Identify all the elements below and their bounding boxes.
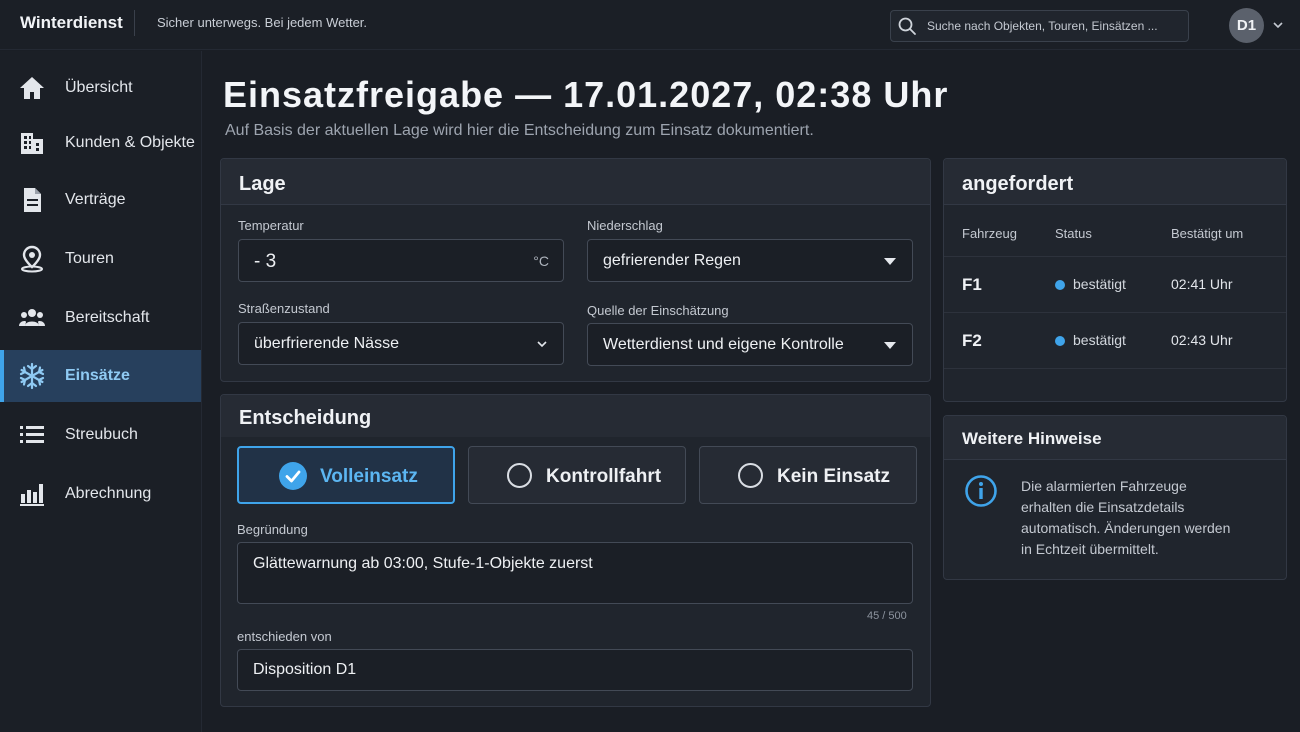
- table-row[interactable]: F2 bestätigt 02:43 Uhr: [944, 312, 1286, 368]
- brand-divider: [134, 10, 135, 36]
- app-brand[interactable]: Winterdienst: [20, 13, 123, 33]
- sidebar-item-label: Einsätze: [65, 367, 130, 384]
- decided-by-label: entschieden von: [237, 629, 332, 644]
- status-text: bestätigt: [1073, 276, 1126, 292]
- column-header-confirmed: Bestätigt um: [1171, 226, 1244, 241]
- option-kontrollfahrt[interactable]: Kontrollfahrt: [468, 446, 686, 504]
- road-condition-select[interactable]: überfrierende Nässe: [238, 322, 564, 365]
- option-volleinsatz[interactable]: Volleinsatz: [237, 446, 455, 504]
- source-select[interactable]: Wetterdienst und eigene Kontrolle: [587, 323, 913, 366]
- vehicle-id: F1: [962, 275, 982, 294]
- status-text: bestätigt: [1073, 332, 1126, 348]
- chevron-down-icon: [537, 341, 547, 348]
- sidebar-item-abrechnung[interactable]: Abrechnung: [0, 468, 201, 520]
- sidebar-item-label: Kunden & Objekte: [65, 134, 195, 151]
- reason-value: Glättewarnung ab 03:00, Stufe-1-Objekte …: [253, 555, 593, 572]
- hints-text: Die alarmierten Fahrzeuge erhalten die E…: [1021, 478, 1231, 557]
- sidebar-item-vertraege[interactable]: Verträge: [0, 174, 201, 226]
- chevron-down-icon[interactable]: [1271, 18, 1285, 32]
- sidebar-item-label: Touren: [65, 250, 114, 267]
- app-tagline: Sicher unterwegs. Bei jedem Wetter.: [157, 15, 368, 30]
- decision-card-header: Entscheidung: [221, 395, 930, 437]
- lage-card: Lage Temperatur - 3 °C Niederschlag gefr…: [220, 158, 931, 382]
- precipitation-label: Niederschlag: [587, 218, 663, 233]
- page-subtitle: Auf Basis der aktuellen Lage wird hier d…: [225, 122, 814, 139]
- bar-chart-icon: [18, 480, 46, 508]
- sidebar-item-streubuch[interactable]: Streubuch: [0, 409, 201, 461]
- list-icon: [18, 421, 46, 449]
- sidebar-item-uebersicht[interactable]: Übersicht: [0, 62, 201, 114]
- column-header-vehicle: Fahrzeug: [962, 226, 1017, 241]
- temperature-label: Temperatur: [238, 218, 304, 233]
- temperature-unit: °C: [533, 253, 549, 269]
- radio-empty-icon: [507, 463, 532, 488]
- search-box[interactable]: [890, 10, 1189, 42]
- option-label: Kein Einsatz: [777, 466, 890, 487]
- source-value: Wetterdienst und eigene Kontrolle: [603, 336, 844, 353]
- sidebar: Übersicht Kunden & Objekte Verträge Tour…: [0, 51, 202, 732]
- hints-card: Weitere Hinweise Die alarmierten Fahrzeu…: [943, 415, 1287, 580]
- caret-down-icon: [884, 258, 896, 265]
- sidebar-item-label: Verträge: [65, 191, 126, 208]
- radio-empty-icon: [738, 463, 763, 488]
- page-title: Einsatzfreigabe — 17.01.2027, 02:38 Uhr: [223, 74, 949, 115]
- road-condition-value: überfrierende Nässe: [254, 335, 399, 352]
- hints-title: Weitere Hinweise: [962, 429, 1102, 448]
- road-condition-label: Straßenzustand: [238, 301, 330, 316]
- sidebar-item-bereitschaft[interactable]: Bereitschaft: [0, 292, 201, 344]
- temperature-field[interactable]: - 3 °C: [238, 239, 564, 282]
- confirmed-time: 02:41 Uhr: [1171, 276, 1233, 292]
- source-label: Quelle der Einschätzung: [587, 303, 729, 318]
- search-icon: [898, 17, 916, 35]
- requested-card-header: angefordert: [944, 159, 1286, 205]
- status-dot: [1055, 280, 1065, 290]
- status-dot: [1055, 336, 1065, 346]
- user-avatar[interactable]: D1: [1229, 8, 1264, 43]
- building-icon: [18, 129, 46, 157]
- top-bar: Winterdienst Sicher unterwegs. Bei jedem…: [0, 0, 1300, 50]
- caret-down-icon: [884, 342, 896, 349]
- lage-title: Lage: [239, 173, 286, 195]
- reason-label: Begründung: [237, 522, 308, 537]
- requested-card: angefordert Fahrzeug Status Bestätigt um…: [943, 158, 1287, 402]
- decided-by-value: Disposition D1: [253, 661, 357, 678]
- search-input[interactable]: [927, 11, 1182, 41]
- reason-textarea[interactable]: Glättewarnung ab 03:00, Stufe-1-Objekte …: [237, 542, 913, 604]
- table-row-empty: [944, 368, 1286, 402]
- snowflake-icon: [18, 362, 46, 390]
- sidebar-item-label: Bereitschaft: [65, 309, 150, 326]
- vehicle-id: F2: [962, 331, 982, 350]
- confirmed-time: 02:43 Uhr: [1171, 332, 1233, 348]
- sidebar-item-einsaetze[interactable]: Einsätze: [0, 350, 201, 402]
- map-pin-icon: [18, 245, 46, 273]
- option-label: Kontrollfahrt: [546, 466, 662, 487]
- decision-title: Entscheidung: [239, 407, 372, 429]
- info-icon: [965, 475, 997, 507]
- hints-card-header: Weitere Hinweise: [944, 416, 1286, 460]
- option-label: Volleinsatz: [320, 466, 418, 487]
- home-icon: [18, 74, 46, 102]
- sidebar-item-label: Übersicht: [65, 79, 133, 96]
- decided-by-field[interactable]: Disposition D1: [237, 649, 913, 691]
- option-kein-einsatz[interactable]: Kein Einsatz: [699, 446, 917, 504]
- team-icon: [18, 304, 46, 332]
- sidebar-item-label: Streubuch: [65, 426, 138, 443]
- table-row[interactable]: F1 bestätigt 02:41 Uhr: [944, 256, 1286, 312]
- sidebar-item-label: Abrechnung: [65, 485, 152, 502]
- document-icon: [18, 186, 46, 214]
- decision-card: Entscheidung Volleinsatz Kontrollfahrt K…: [220, 394, 931, 707]
- lage-card-header: Lage: [221, 159, 930, 205]
- column-header-status: Status: [1055, 226, 1092, 241]
- sidebar-item-touren[interactable]: Touren: [0, 233, 201, 285]
- temperature-value: - 3: [254, 251, 277, 272]
- check-circle-icon: [279, 462, 307, 490]
- character-counter: 45 / 500: [867, 610, 907, 622]
- precipitation-select[interactable]: gefrierender Regen: [587, 239, 913, 282]
- precipitation-value: gefrierender Regen: [603, 252, 741, 269]
- requested-title: angefordert: [962, 173, 1074, 195]
- sidebar-item-kunden-objekte[interactable]: Kunden & Objekte: [0, 117, 201, 169]
